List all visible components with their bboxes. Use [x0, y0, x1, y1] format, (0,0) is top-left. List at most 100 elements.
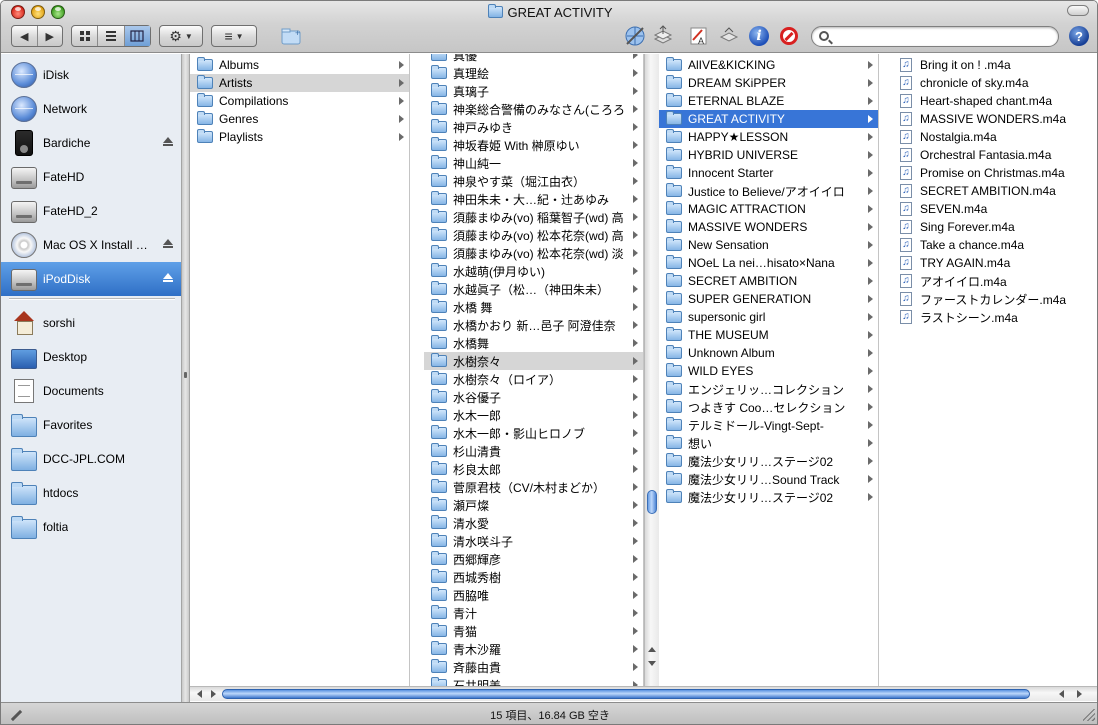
artist-item[interactable]: 水橋かおり 新…邑子 阿澄佳奈 [424, 316, 643, 334]
burn-tool-button[interactable] [651, 24, 675, 48]
album-item[interactable]: ETERNAL BLAZE [659, 92, 878, 110]
album-item[interactable]: つよきす Coo…セレクション [659, 398, 878, 416]
sidebar-item-documents[interactable]: Documents [1, 374, 181, 408]
artist-item[interactable]: 水木一郎 [424, 406, 643, 424]
search-field[interactable] [811, 26, 1059, 47]
artist-item[interactable]: 西城秀樹 [424, 568, 643, 586]
track-item[interactable]: ♫ SEVEN.m4a [893, 200, 1097, 218]
new-folder-button[interactable]: + [279, 24, 303, 48]
eject-icon[interactable] [163, 239, 173, 249]
album-item[interactable]: NOeL La nei…hisato×Nana [659, 254, 878, 272]
track-item[interactable]: ♫ Nostalgia.m4a [893, 128, 1097, 146]
scroll-right-button-end[interactable] [1072, 687, 1086, 701]
track-item[interactable]: ♫ SECRET AMBITION.m4a [893, 182, 1097, 200]
track-item[interactable]: ♫ Orchestral Fantasia.m4a [893, 146, 1097, 164]
artist-item[interactable]: 青汁 [424, 604, 643, 622]
get-info-button[interactable]: i [747, 24, 771, 48]
track-item[interactable]: ♫ TRY AGAIN.m4a [893, 254, 1097, 272]
track-item[interactable]: ♫ ラストシーン.m4a [893, 308, 1097, 326]
album-item[interactable]: 魔法少女リリ…ステージ02 [659, 488, 878, 506]
artist-item[interactable]: 須藤まゆみ(vo) 稲葉智子(wd) 高 [424, 208, 643, 226]
script-tool-button[interactable] [717, 24, 741, 48]
album-item[interactable]: エンジェリッ…コレクション [659, 380, 878, 398]
artist-item[interactable]: 水木一郎・影山ヒロノブ [424, 424, 643, 442]
album-item[interactable]: テルミドール-Vingt-Sept- [659, 416, 878, 434]
track-item[interactable]: ♫ chronicle of sky.m4a [893, 74, 1097, 92]
artist-item[interactable]: 須藤まゆみ(vo) 松本花奈(wd) 淡 [424, 244, 643, 262]
album-item[interactable]: SUPER GENERATION [659, 290, 878, 308]
track-item[interactable]: ♫ Sing Forever.m4a [893, 218, 1097, 236]
album-item[interactable]: Unknown Album [659, 344, 878, 362]
sidebar-item-ipoddisk[interactable]: iPodDisk [1, 262, 181, 296]
artist-item[interactable]: 青猫 [424, 622, 643, 640]
sidebar-item-mac-os-x-install-dvd[interactable]: Mac OS X Install DVD [1, 228, 181, 262]
album-item[interactable]: AlIVE&KICKING [659, 56, 878, 74]
column-view-button[interactable] [124, 26, 150, 46]
sidebar-item-favorites[interactable]: Favorites [1, 408, 181, 442]
artist-item[interactable]: 水橋舞 [424, 334, 643, 352]
artist-item[interactable]: 水越萌(伊月ゆい) [424, 262, 643, 280]
scroll-left-button-end[interactable] [1054, 687, 1068, 701]
track-item[interactable]: ♫ Promise on Christmas.m4a [893, 164, 1097, 182]
artist-item[interactable]: 西脇唯 [424, 586, 643, 604]
artist-item[interactable]: 真優 [424, 54, 643, 64]
album-item[interactable]: 魔法少女リリ…ステージ02 [659, 452, 878, 470]
artist-item[interactable]: 瀬戸燦 [424, 496, 643, 514]
track-item[interactable]: ♫ Bring it on ! .m4a [893, 56, 1097, 74]
horizontal-scroll-thumb[interactable] [222, 689, 1030, 699]
album-item[interactable]: supersonic girl [659, 308, 878, 326]
track-item[interactable]: ♫ ファーストカレンダー.m4a [893, 290, 1097, 308]
eject-icon[interactable] [163, 273, 173, 283]
album-item[interactable]: HYBRID UNIVERSE [659, 146, 878, 164]
sidebar-item-fatehd[interactable]: FateHD [1, 160, 181, 194]
artist-item[interactable]: 水谷優子 [424, 388, 643, 406]
artist-item[interactable]: 水越眞子（松…（神田朱未） [424, 280, 643, 298]
artist-item[interactable]: 真璃子 [424, 82, 643, 100]
track-item[interactable]: ♫ MASSIVE WONDERS.m4a [893, 110, 1097, 128]
sidebar-item-foltia[interactable]: foltia [1, 510, 181, 544]
library-item[interactable]: Genres [190, 110, 409, 128]
artist-item[interactable]: 水樹奈々（ロイア） [424, 370, 643, 388]
scroll-up-button[interactable] [645, 642, 659, 656]
artist-item[interactable]: 水橋 舞 [424, 298, 643, 316]
scroll-right-button[interactable] [206, 687, 220, 701]
artists-column-scrollbar[interactable] [644, 54, 659, 686]
artist-item[interactable]: 石井明美 [424, 676, 643, 686]
sidebar-item-fatehd-2[interactable]: FateHD_2 [1, 194, 181, 228]
artist-item[interactable]: 水樹奈々 [424, 352, 643, 370]
album-item[interactable]: New Sensation [659, 236, 878, 254]
artists-scroll-thumb[interactable] [647, 490, 657, 514]
horizontal-scrollbar[interactable] [190, 686, 1097, 701]
text-edit-tool-button[interactable]: A [687, 24, 711, 48]
artist-item[interactable]: 神楽総合警備のみなさん(ころろ [424, 100, 643, 118]
artist-item[interactable]: 菅原君枝（CV/木村まどか） [424, 478, 643, 496]
eject-icon[interactable] [163, 137, 173, 147]
artist-item[interactable]: 真理絵 [424, 64, 643, 82]
library-item[interactable]: Artists [190, 74, 409, 92]
sidebar-item-htdocs[interactable]: htdocs [1, 476, 181, 510]
album-item[interactable]: MASSIVE WONDERS [659, 218, 878, 236]
album-item[interactable]: DREAM SKiPPER [659, 74, 878, 92]
artist-item[interactable]: 杉山清貴 [424, 442, 643, 460]
sidebar-item-network[interactable]: Network [1, 92, 181, 126]
help-button[interactable]: ? [1067, 24, 1091, 48]
library-item[interactable]: Playlists [190, 128, 409, 146]
forward-button[interactable]: ▶ [38, 26, 63, 46]
artist-item[interactable]: 神山純一 [424, 154, 643, 172]
arrange-menu-button[interactable]: ≡ ▼ [211, 25, 257, 47]
album-item[interactable]: GREAT ACTIVITY [659, 110, 878, 128]
library-item[interactable]: Compilations [190, 92, 409, 110]
artist-item[interactable]: 斉藤由貴 [424, 658, 643, 676]
action-menu-button[interactable]: ⚙ ▼ [159, 25, 203, 47]
library-item[interactable]: Albums [190, 56, 409, 74]
artist-item[interactable]: 西郷輝彦 [424, 550, 643, 568]
album-item[interactable]: HAPPY★LESSON [659, 128, 878, 146]
sidebar-item-idisk[interactable]: iDisk [1, 58, 181, 92]
artist-item[interactable]: 神田朱未・大…紀・辻あゆみ [424, 190, 643, 208]
track-item[interactable]: ♫ アオイイロ.m4a [893, 272, 1097, 290]
album-item[interactable]: Justice to Believe/アオイイロ [659, 182, 878, 200]
artist-item[interactable]: 神坂春姫 With 榊原ゆい [424, 136, 643, 154]
artist-item[interactable]: 青木沙羅 [424, 640, 643, 658]
sidebar-resize-handle[interactable] [182, 54, 190, 702]
sidebar-item-sorshi[interactable]: sorshi [1, 306, 181, 340]
